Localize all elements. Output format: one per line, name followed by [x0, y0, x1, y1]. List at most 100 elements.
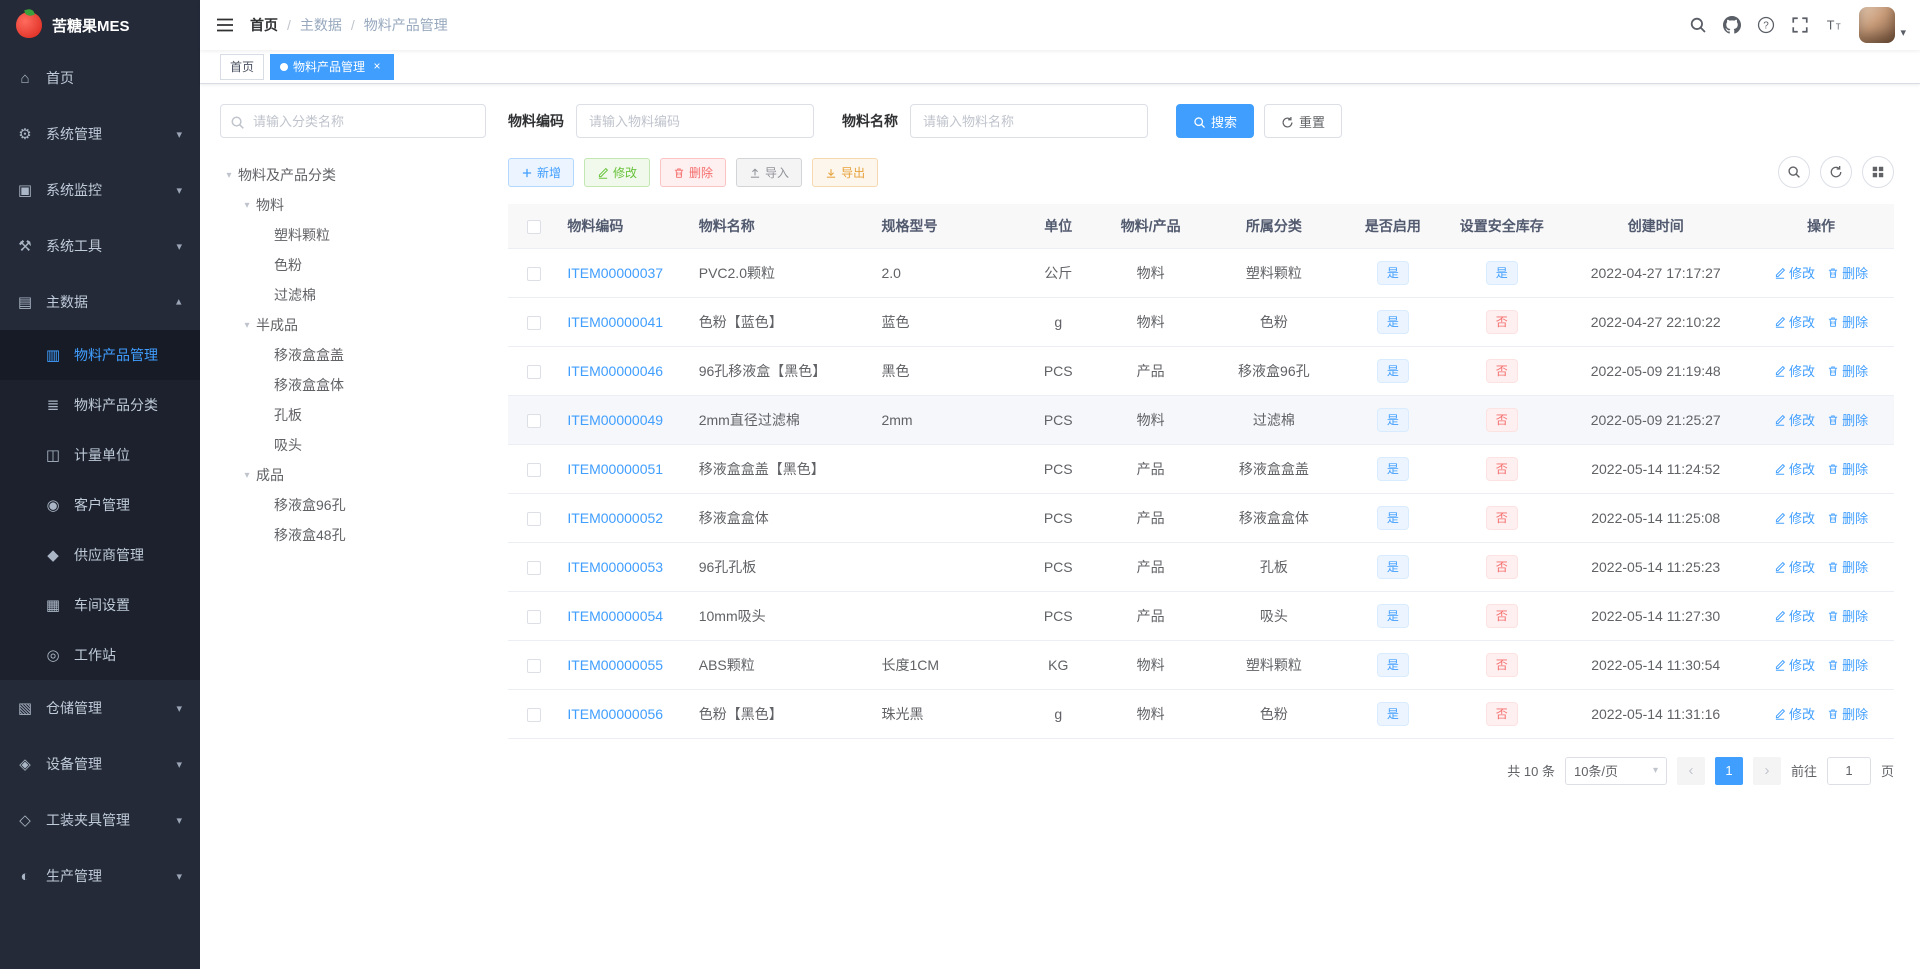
- table-row[interactable]: ITEM00000046 96孔移液盒【黑色】 黑色 PCS 产品 移液盒96孔 是 否 202…: [508, 346, 1894, 396]
- enabled-tag[interactable]: 是: [1376, 554, 1409, 579]
- row-delete-button[interactable]: 删除: [1827, 263, 1868, 282]
- enabled-tag[interactable]: 是: [1376, 701, 1409, 726]
- row-checkbox[interactable]: [526, 658, 541, 673]
- row-checkbox[interactable]: [526, 315, 541, 330]
- toggle-search-button[interactable]: [1778, 156, 1810, 188]
- row-delete-button[interactable]: 删除: [1827, 361, 1868, 380]
- caret-down-icon[interactable]: ▾: [238, 320, 256, 331]
- caret-down-icon[interactable]: ▾: [238, 470, 256, 481]
- row-checkbox[interactable]: [526, 413, 541, 428]
- table-row[interactable]: ITEM00000053 96孔孔板 PCS 产品 孔板 是 否 2022-05-14 11:…: [508, 542, 1894, 592]
- close-icon[interactable]: ×: [370, 59, 384, 74]
- row-delete-button[interactable]: 删除: [1827, 459, 1868, 478]
- safety-stock-tag[interactable]: 否: [1485, 554, 1518, 579]
- sidebar-item-equipment[interactable]: ◈ 设备管理 ▾: [0, 736, 200, 792]
- page-size-select[interactable]: 10条/页 ▾: [1564, 756, 1667, 785]
- material-code-link[interactable]: ITEM00000041: [567, 314, 663, 330]
- select-all-checkbox[interactable]: [526, 219, 541, 234]
- import-button[interactable]: 导入: [736, 157, 803, 187]
- sidebar-item-customer[interactable]: ◉ 客户管理: [0, 480, 200, 530]
- material-code-link[interactable]: ITEM00000056: [567, 706, 663, 722]
- table-row[interactable]: ITEM00000041 色粉【蓝色】 蓝色 g 物料 色粉 是 否 2022-04-27 22…: [508, 297, 1894, 347]
- search-icon[interactable]: [1681, 0, 1715, 50]
- sidebar-item-unit[interactable]: ◫ 计量单位: [0, 430, 200, 480]
- row-edit-button[interactable]: 修改: [1774, 508, 1815, 527]
- safety-stock-tag[interactable]: 否: [1485, 505, 1518, 530]
- row-edit-button[interactable]: 修改: [1774, 459, 1815, 478]
- row-delete-button[interactable]: 删除: [1827, 655, 1868, 674]
- help-icon[interactable]: ?: [1749, 0, 1783, 50]
- sidebar-item-warehouse[interactable]: ▧ 仓储管理 ▾: [0, 680, 200, 736]
- sidebar-item-material-manage[interactable]: ▥ 物料产品管理: [0, 330, 200, 380]
- reset-button[interactable]: 重置: [1264, 104, 1343, 138]
- table-row[interactable]: ITEM00000051 移液盒盒盖【黑色】 PCS 产品 移液盒盒盖 是 否 2022-05…: [508, 444, 1894, 494]
- enabled-tag[interactable]: 是: [1376, 603, 1409, 628]
- row-delete-button[interactable]: 删除: [1827, 312, 1868, 331]
- sidebar-toggle-icon[interactable]: [200, 0, 250, 50]
- name-filter-input[interactable]: [910, 104, 1148, 138]
- safety-stock-tag[interactable]: 否: [1485, 358, 1518, 383]
- sidebar-item-supplier[interactable]: ◆ 供应商管理: [0, 530, 200, 580]
- tree-node[interactable]: 移液盒48孔: [220, 520, 486, 550]
- material-code-link[interactable]: ITEM00000046: [567, 363, 663, 379]
- row-delete-button[interactable]: 删除: [1827, 410, 1868, 429]
- tab-首页[interactable]: 首页: [220, 53, 265, 80]
- material-code-link[interactable]: ITEM00000049: [567, 412, 663, 428]
- table-row[interactable]: ITEM00000052 移液盒盒体 PCS 产品 移液盒盒体是否 2022-05-14 …: [508, 493, 1894, 543]
- material-code-link[interactable]: ITEM00000037: [567, 265, 663, 281]
- sidebar-item-home[interactable]: ⌂ 首页: [0, 50, 200, 106]
- refresh-button[interactable]: [1820, 156, 1852, 188]
- material-code-link[interactable]: ITEM00000054: [567, 608, 663, 624]
- sidebar-item-material-category[interactable]: ≣ 物料产品分类: [0, 380, 200, 430]
- safety-stock-tag[interactable]: 是: [1485, 260, 1518, 285]
- enabled-tag[interactable]: 是: [1376, 309, 1409, 334]
- code-filter-input[interactable]: [576, 104, 814, 138]
- safety-stock-tag[interactable]: 否: [1485, 701, 1518, 726]
- delete-button[interactable]: 删除: [660, 157, 727, 187]
- material-code-link[interactable]: ITEM00000051: [567, 461, 663, 477]
- page-number-button[interactable]: 1: [1714, 756, 1743, 785]
- row-delete-button[interactable]: 删除: [1827, 508, 1868, 527]
- row-edit-button[interactable]: 修改: [1774, 410, 1815, 429]
- tree-node[interactable]: 塑料颗粒: [220, 220, 486, 250]
- sidebar-item-production[interactable]: ◐ 生产管理 ▾: [0, 848, 200, 904]
- category-search-input[interactable]: [220, 104, 486, 138]
- table-row[interactable]: ITEM00000054 10mm吸头 PCS 产品 吸头 是 否 2022-05-14 11…: [508, 591, 1894, 641]
- row-edit-button[interactable]: 修改: [1774, 704, 1815, 723]
- github-icon[interactable]: [1715, 0, 1749, 50]
- sidebar-item-workstation[interactable]: ◎ 工作站: [0, 630, 200, 680]
- row-edit-button[interactable]: 修改: [1774, 263, 1815, 282]
- row-checkbox[interactable]: [526, 462, 541, 477]
- row-delete-button[interactable]: 删除: [1827, 704, 1868, 723]
- tree-node[interactable]: 孔板: [220, 400, 486, 430]
- app-logo[interactable]: 苦糖果MES: [0, 0, 200, 50]
- next-page-button[interactable]: ›: [1752, 756, 1781, 785]
- enabled-tag[interactable]: 是: [1376, 652, 1409, 677]
- row-checkbox[interactable]: [526, 364, 541, 379]
- enabled-tag[interactable]: 是: [1376, 260, 1409, 285]
- edit-button[interactable]: 修改: [584, 157, 651, 187]
- enabled-tag[interactable]: 是: [1376, 505, 1409, 530]
- row-edit-button[interactable]: 修改: [1774, 312, 1815, 331]
- material-code-link[interactable]: ITEM00000055: [567, 657, 663, 673]
- safety-stock-tag[interactable]: 否: [1485, 309, 1518, 334]
- table-row[interactable]: ITEM00000055 ABS颗粒 长度1CM KG 物料 塑料颗粒 是 否 2022-05-…: [508, 640, 1894, 690]
- tree-node[interactable]: 吸头: [220, 430, 486, 460]
- table-row[interactable]: ITEM00000037 PVC2.0颗粒 2.0 公斤 物料 塑料颗粒 是 是 2022-04…: [508, 248, 1894, 298]
- safety-stock-tag[interactable]: 否: [1485, 407, 1518, 432]
- safety-stock-tag[interactable]: 否: [1485, 603, 1518, 628]
- font-size-icon[interactable]: TT: [1817, 0, 1851, 50]
- caret-down-icon[interactable]: ▾: [238, 200, 256, 211]
- export-button[interactable]: 导出: [812, 157, 879, 187]
- tree-node[interactable]: ▾ 成品: [220, 460, 486, 490]
- row-delete-button[interactable]: 删除: [1827, 606, 1868, 625]
- tree-node[interactable]: 色粉: [220, 250, 486, 280]
- table-row[interactable]: ITEM00000056 色粉【黑色】 珠光黑 g 物料 色粉 是 否 2022-05-14 1…: [508, 689, 1894, 739]
- sidebar-item-fixture[interactable]: ◇ 工装夹具管理 ▾: [0, 792, 200, 848]
- row-checkbox[interactable]: [526, 511, 541, 526]
- row-edit-button[interactable]: 修改: [1774, 606, 1815, 625]
- row-delete-button[interactable]: 删除: [1827, 557, 1868, 576]
- sidebar-item-gear[interactable]: ⚙ 系统管理 ▾: [0, 106, 200, 162]
- row-edit-button[interactable]: 修改: [1774, 361, 1815, 380]
- tab-物料产品管理[interactable]: 物料产品管理 ×: [270, 53, 395, 80]
